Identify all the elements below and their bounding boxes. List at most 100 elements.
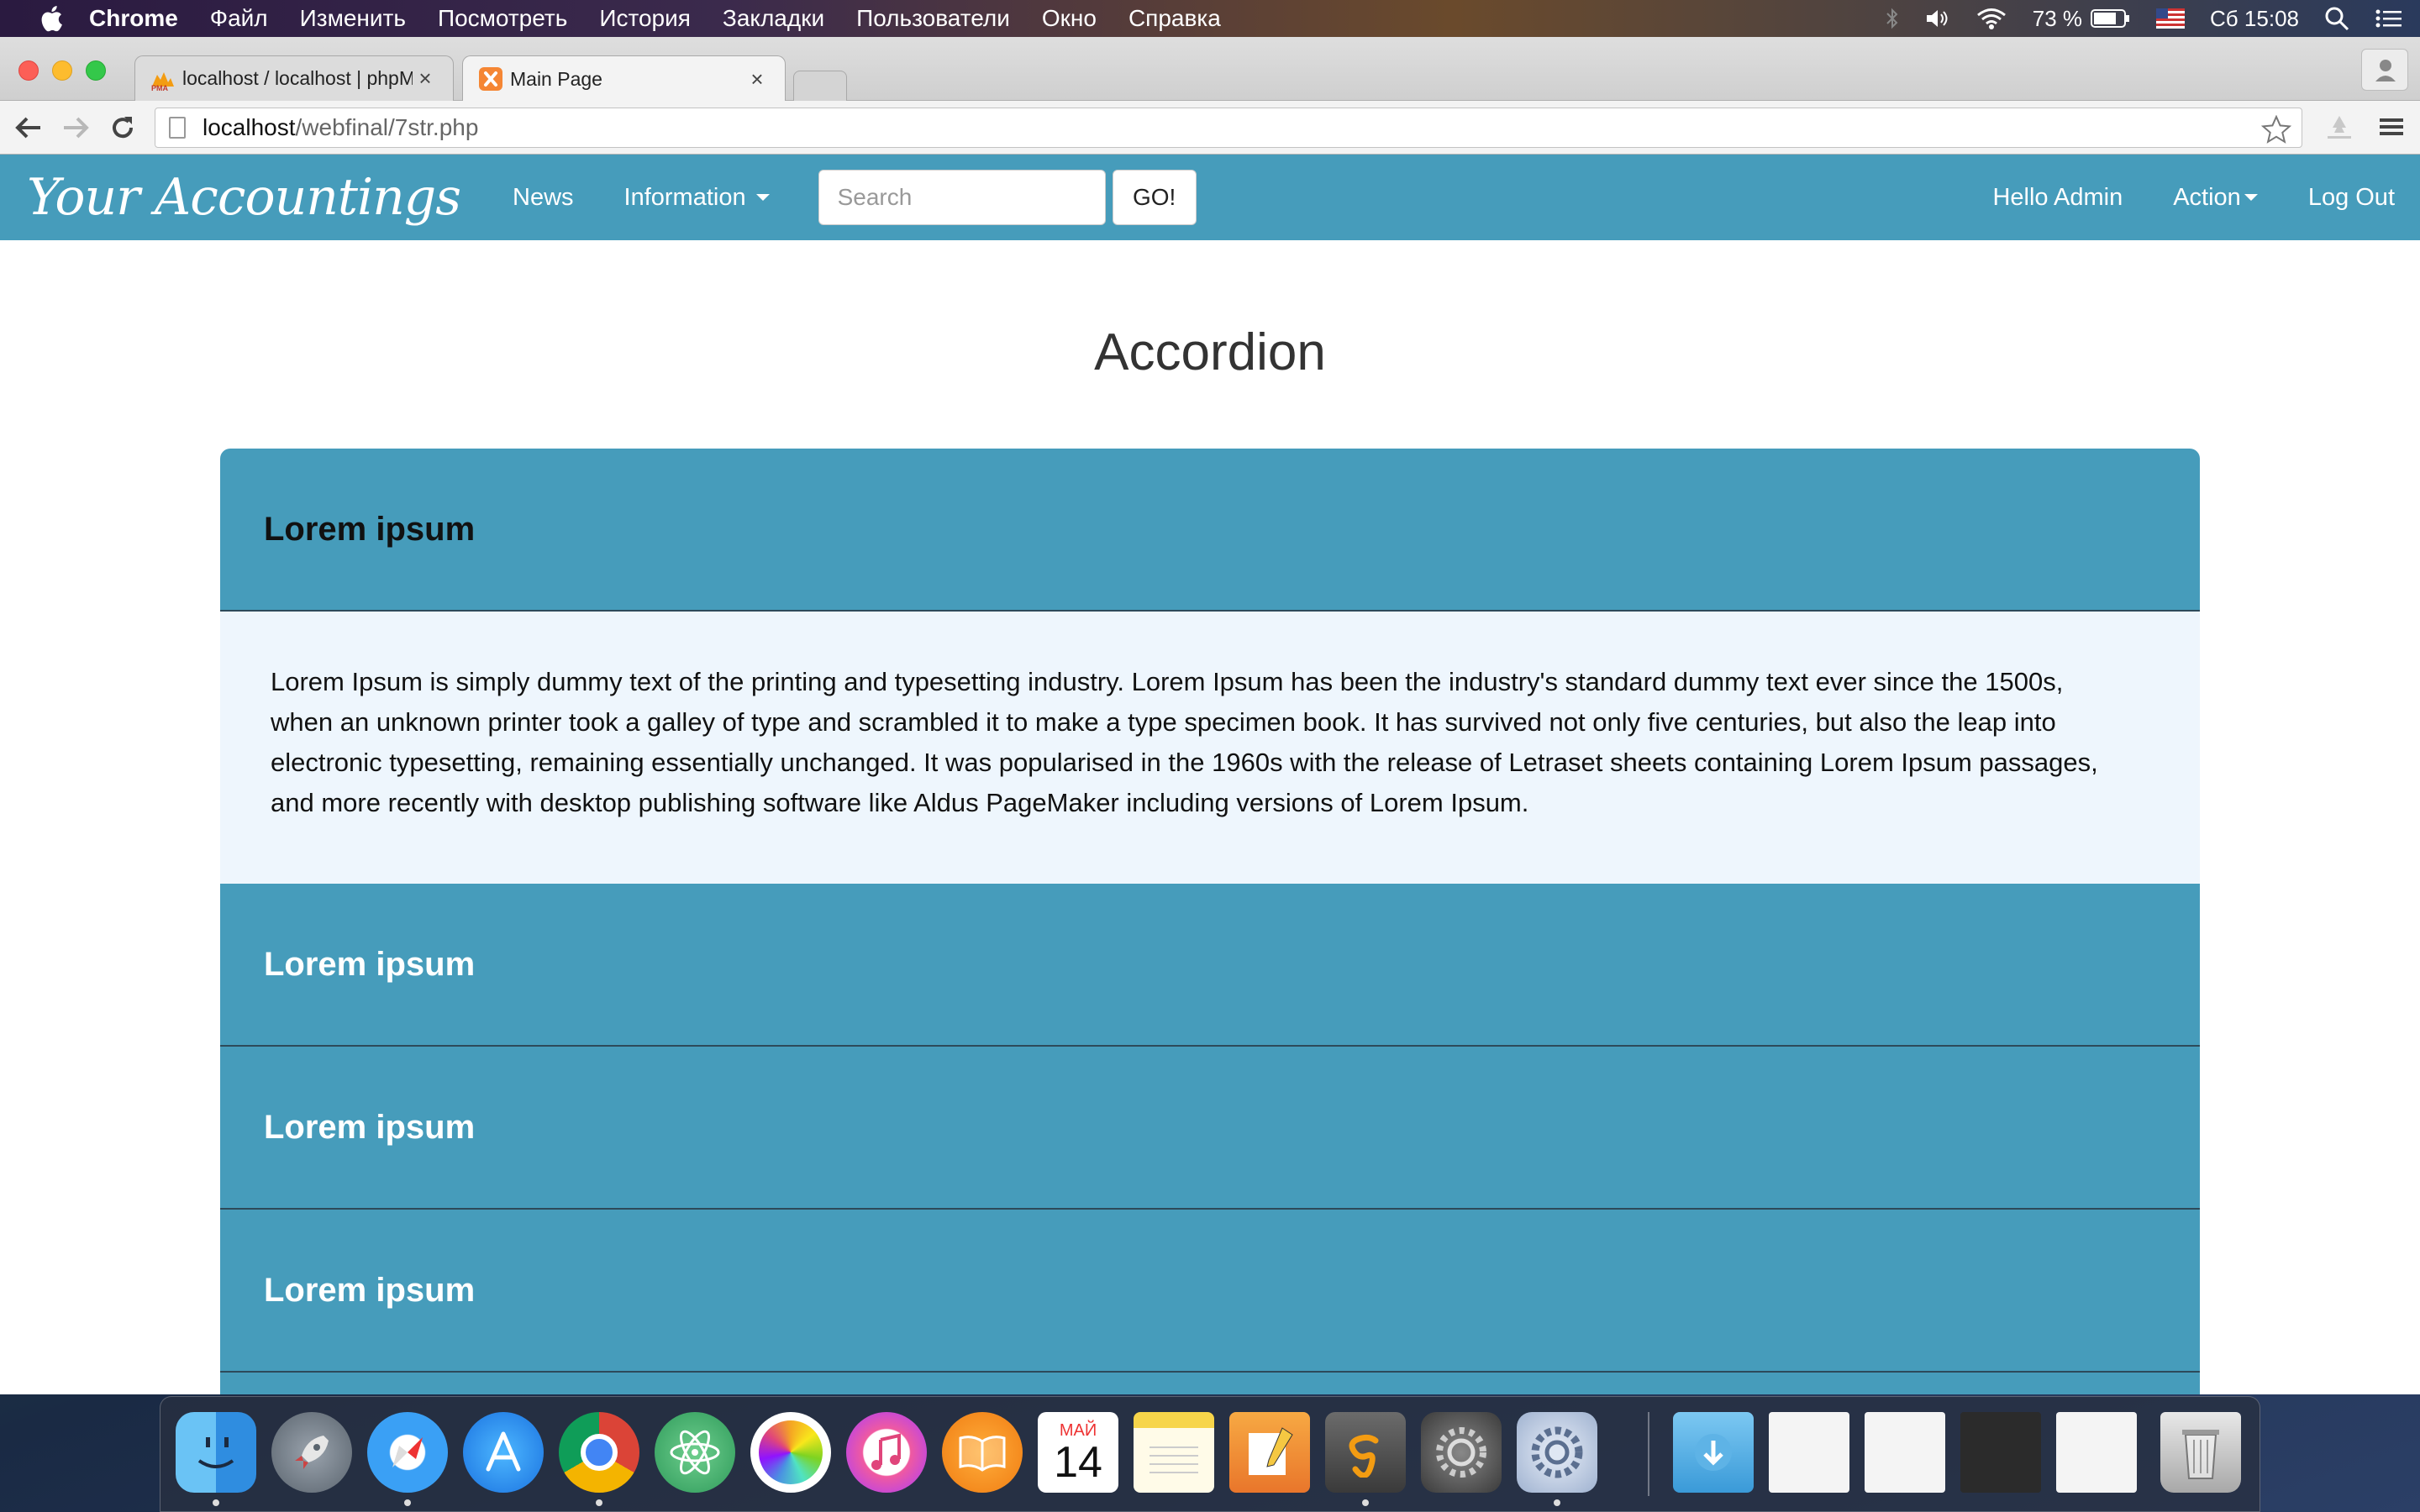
chrome-icon[interactable] bbox=[559, 1412, 639, 1493]
app-store-icon[interactable] bbox=[463, 1412, 544, 1493]
wifi-icon[interactable] bbox=[1975, 7, 2007, 30]
nav-information-label: Information bbox=[623, 183, 746, 211]
nav-action-dropdown[interactable]: Action bbox=[2173, 184, 2258, 212]
accordion-header[interactable]: Lorem ipsum bbox=[220, 884, 2200, 1047]
menu-edit[interactable]: Изменить bbox=[300, 5, 406, 32]
music-note-icon bbox=[871, 1433, 901, 1470]
photos-icon[interactable] bbox=[750, 1412, 831, 1493]
cog-icon bbox=[1531, 1426, 1583, 1478]
nav-action-label: Action bbox=[2173, 183, 2241, 211]
pen-icon bbox=[1249, 1427, 1293, 1475]
hello-user-link[interactable]: Hello Admin bbox=[1992, 184, 2123, 212]
minimized-window-thumbnail[interactable] bbox=[1960, 1412, 2041, 1493]
tab-phpmyadmin[interactable]: PMA localhost / localhost | phpMyAdmin × bbox=[134, 55, 454, 101]
downloads-folder-icon[interactable] bbox=[1673, 1412, 1754, 1493]
browser-window: PMA localhost / localhost | phpMyAdmin ×… bbox=[0, 37, 2420, 1394]
arrow-left-icon bbox=[15, 117, 40, 138]
menu-users[interactable]: Пользователи bbox=[856, 5, 1010, 32]
notes-icon[interactable] bbox=[1134, 1412, 1214, 1493]
accordion-header[interactable]: Lorem ipsum bbox=[220, 1210, 2200, 1373]
menu-view[interactable]: Посмотреть bbox=[438, 5, 567, 32]
launchpad-icon[interactable] bbox=[271, 1412, 352, 1493]
tab-strip: PMA localhost / localhost | phpMyAdmin ×… bbox=[0, 37, 2420, 102]
xampp-icon bbox=[479, 67, 502, 91]
finder-face-icon bbox=[197, 1437, 234, 1468]
ibooks-icon[interactable] bbox=[942, 1412, 1023, 1493]
finder-icon[interactable] bbox=[176, 1412, 256, 1493]
nav-information-dropdown[interactable]: Information bbox=[624, 184, 770, 212]
minimized-window-thumbnail[interactable] bbox=[1865, 1412, 1945, 1493]
caret-down-icon bbox=[2244, 194, 2258, 201]
book-icon bbox=[959, 1436, 1006, 1472]
rocket-icon bbox=[295, 1436, 329, 1469]
battery-icon[interactable] bbox=[2091, 8, 2131, 29]
atom-icon[interactable] bbox=[655, 1412, 735, 1493]
go-button[interactable]: GO! bbox=[1112, 170, 1197, 225]
menu-file[interactable]: Файл bbox=[210, 5, 268, 32]
minimized-window-thumbnail[interactable] bbox=[1769, 1412, 1849, 1493]
tab-main-page[interactable]: Main Page × bbox=[462, 55, 786, 102]
chrome-center bbox=[581, 1434, 618, 1471]
atom-symbol-icon bbox=[670, 1430, 720, 1475]
compass-icon bbox=[392, 1437, 423, 1467]
calendar-icon[interactable]: МАЙ 14 bbox=[1038, 1412, 1118, 1493]
trash-icon[interactable] bbox=[2160, 1412, 2241, 1493]
menu-app-name[interactable]: Chrome bbox=[89, 5, 178, 32]
minimize-window-button[interactable] bbox=[52, 60, 72, 81]
volume-icon[interactable] bbox=[1925, 7, 1950, 30]
close-tab-icon[interactable]: × bbox=[744, 66, 770, 92]
profile-button[interactable] bbox=[2361, 49, 2408, 91]
nav-right: Hello Admin Action Log Out bbox=[1942, 155, 2395, 240]
photos-flower bbox=[759, 1420, 823, 1484]
running-indicator bbox=[1362, 1499, 1369, 1506]
system-preferences-icon[interactable] bbox=[1421, 1412, 1502, 1493]
menu-bar: Chrome Файл Изменить Посмотреть История … bbox=[0, 0, 2420, 37]
phpmyadmin-icon: PMA bbox=[151, 71, 174, 92]
new-tab-button[interactable] bbox=[793, 71, 847, 101]
preferences-icon[interactable] bbox=[1517, 1412, 1597, 1493]
reload-button[interactable] bbox=[104, 109, 141, 146]
bookmark-star-icon[interactable] bbox=[2261, 115, 2291, 144]
accordion-header[interactable] bbox=[220, 1373, 2200, 1394]
bluetooth-icon[interactable] bbox=[1885, 7, 1900, 30]
calendar-day: 14 bbox=[1054, 1437, 1102, 1487]
close-tab-icon[interactable]: × bbox=[413, 66, 438, 92]
sublime-text-icon[interactable] bbox=[1325, 1412, 1406, 1493]
extension-icon[interactable] bbox=[2323, 113, 2356, 141]
running-indicator bbox=[1554, 1499, 1560, 1506]
safari-icon[interactable] bbox=[367, 1412, 448, 1493]
pages-icon[interactable] bbox=[1229, 1412, 1310, 1493]
us-flag-icon[interactable] bbox=[2156, 8, 2186, 29]
close-window-button[interactable] bbox=[18, 60, 39, 81]
reload-icon bbox=[113, 116, 134, 138]
accordion-header[interactable]: Lorem ipsum bbox=[220, 1047, 2200, 1210]
minimized-window-thumbnail[interactable] bbox=[2056, 1412, 2137, 1493]
search-input[interactable] bbox=[818, 170, 1106, 225]
apple-icon[interactable] bbox=[34, 3, 67, 34]
page-title: Accordion bbox=[1094, 323, 1326, 381]
tab-title: localhost / localhost | phpMyAdmin bbox=[182, 67, 413, 89]
nav-news-link[interactable]: News bbox=[513, 184, 574, 212]
chrome-menu-icon[interactable] bbox=[2376, 113, 2407, 141]
brand-logo[interactable]: Your Accountings bbox=[27, 168, 461, 227]
running-indicator bbox=[404, 1499, 411, 1506]
logout-link[interactable]: Log Out bbox=[2308, 184, 2395, 212]
accordion-header[interactable]: Lorem ipsum bbox=[220, 449, 2200, 612]
forward-button[interactable] bbox=[57, 109, 94, 146]
back-button[interactable] bbox=[10, 109, 47, 146]
accordion-panel-body: Lorem Ipsum is simply dummy text of the … bbox=[220, 612, 2200, 884]
menu-bookmarks[interactable]: Закладки bbox=[723, 5, 824, 32]
itunes-icon[interactable] bbox=[846, 1412, 927, 1493]
notification-center-icon[interactable] bbox=[2375, 7, 2403, 30]
page-content: Accordion Lorem ipsum Lorem Ipsum is sim… bbox=[0, 240, 2420, 1394]
address-bar[interactable]: localhost /webfinal/7str.php bbox=[155, 108, 2302, 148]
menu-window[interactable]: Окно bbox=[1042, 5, 1097, 32]
menu-history[interactable]: История bbox=[599, 5, 691, 32]
clock[interactable]: Сб 15:08 bbox=[2210, 6, 2299, 32]
spotlight-search-icon[interactable] bbox=[2324, 6, 2349, 31]
dock-separator bbox=[1648, 1412, 1649, 1496]
notes-lines-icon bbox=[1150, 1446, 1198, 1473]
menu-help[interactable]: Справка bbox=[1128, 5, 1221, 32]
caret-down-icon bbox=[755, 194, 770, 201]
maximize-window-button[interactable] bbox=[86, 60, 106, 81]
